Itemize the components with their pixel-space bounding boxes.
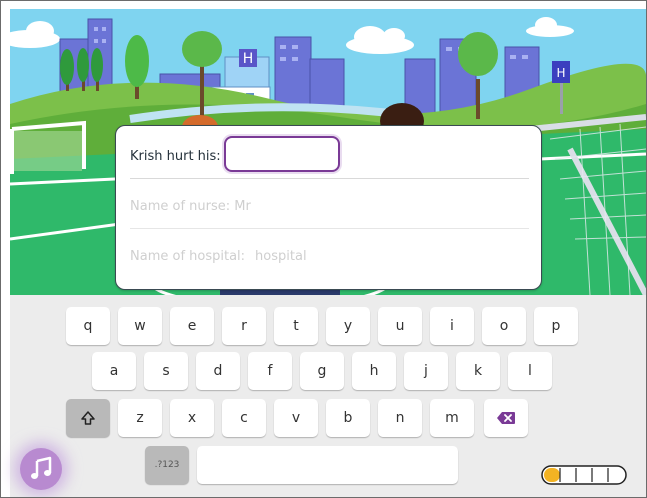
key-b[interactable]: b (326, 399, 370, 437)
key-t[interactable]: t (274, 307, 318, 345)
music-note-icon (31, 456, 52, 479)
key-e[interactable]: e (170, 307, 214, 345)
key-f[interactable]: f (248, 352, 292, 390)
question-card: Krish hurt his: Name of nurse: Mr Name o… (115, 125, 542, 290)
key-l[interactable]: l (508, 352, 552, 390)
svg-text:H: H (556, 66, 565, 80)
key-i[interactable]: i (430, 307, 474, 345)
numbers-key[interactable]: .?123 (145, 446, 189, 484)
hospital-suffix: hospital (255, 248, 307, 264)
field-row-hospital: Name of hospital: hospital (130, 234, 529, 278)
key-k[interactable]: k (456, 352, 500, 390)
key-c[interactable]: c (222, 399, 266, 437)
key-h[interactable]: h (352, 352, 396, 390)
key-u[interactable]: u (378, 307, 422, 345)
music-button[interactable] (20, 448, 62, 490)
key-v[interactable]: v (274, 399, 318, 437)
key-q[interactable]: q (66, 307, 110, 345)
key-p[interactable]: p (534, 307, 578, 345)
key-w[interactable]: w (118, 307, 162, 345)
field-row-nurse: Name of nurse: Mr (130, 184, 529, 229)
shift-key[interactable] (66, 399, 110, 437)
key-n[interactable]: n (378, 399, 422, 437)
hospital-label: Name of hospital: (130, 248, 246, 264)
progress-fill (544, 468, 560, 482)
key-o[interactable]: o (482, 307, 526, 345)
key-g[interactable]: g (300, 352, 344, 390)
svg-text:H: H (243, 51, 254, 67)
key-d[interactable]: d (196, 352, 240, 390)
nurse-label: Name of nurse: Mr (130, 198, 251, 214)
shift-arrow-icon (81, 411, 95, 425)
injury-answer-input[interactable] (224, 136, 340, 172)
key-j[interactable]: j (404, 352, 448, 390)
key-m[interactable]: m (430, 399, 474, 437)
space-bar[interactable] (197, 446, 458, 484)
key-z[interactable]: z (118, 399, 162, 437)
progress-bar (541, 465, 627, 485)
key-x[interactable]: x (170, 399, 214, 437)
backspace-icon (497, 412, 515, 424)
key-y[interactable]: y (326, 307, 370, 345)
key-s[interactable]: s (144, 352, 188, 390)
backspace-key[interactable] (484, 399, 528, 437)
key-a[interactable]: a (92, 352, 136, 390)
app-frame: H H Krish hurt his: Name of nurse: Mr Na… (0, 0, 647, 498)
key-r[interactable]: r (222, 307, 266, 345)
progress-indicator (541, 464, 627, 486)
injury-label: Krish hurt his: (130, 148, 221, 164)
